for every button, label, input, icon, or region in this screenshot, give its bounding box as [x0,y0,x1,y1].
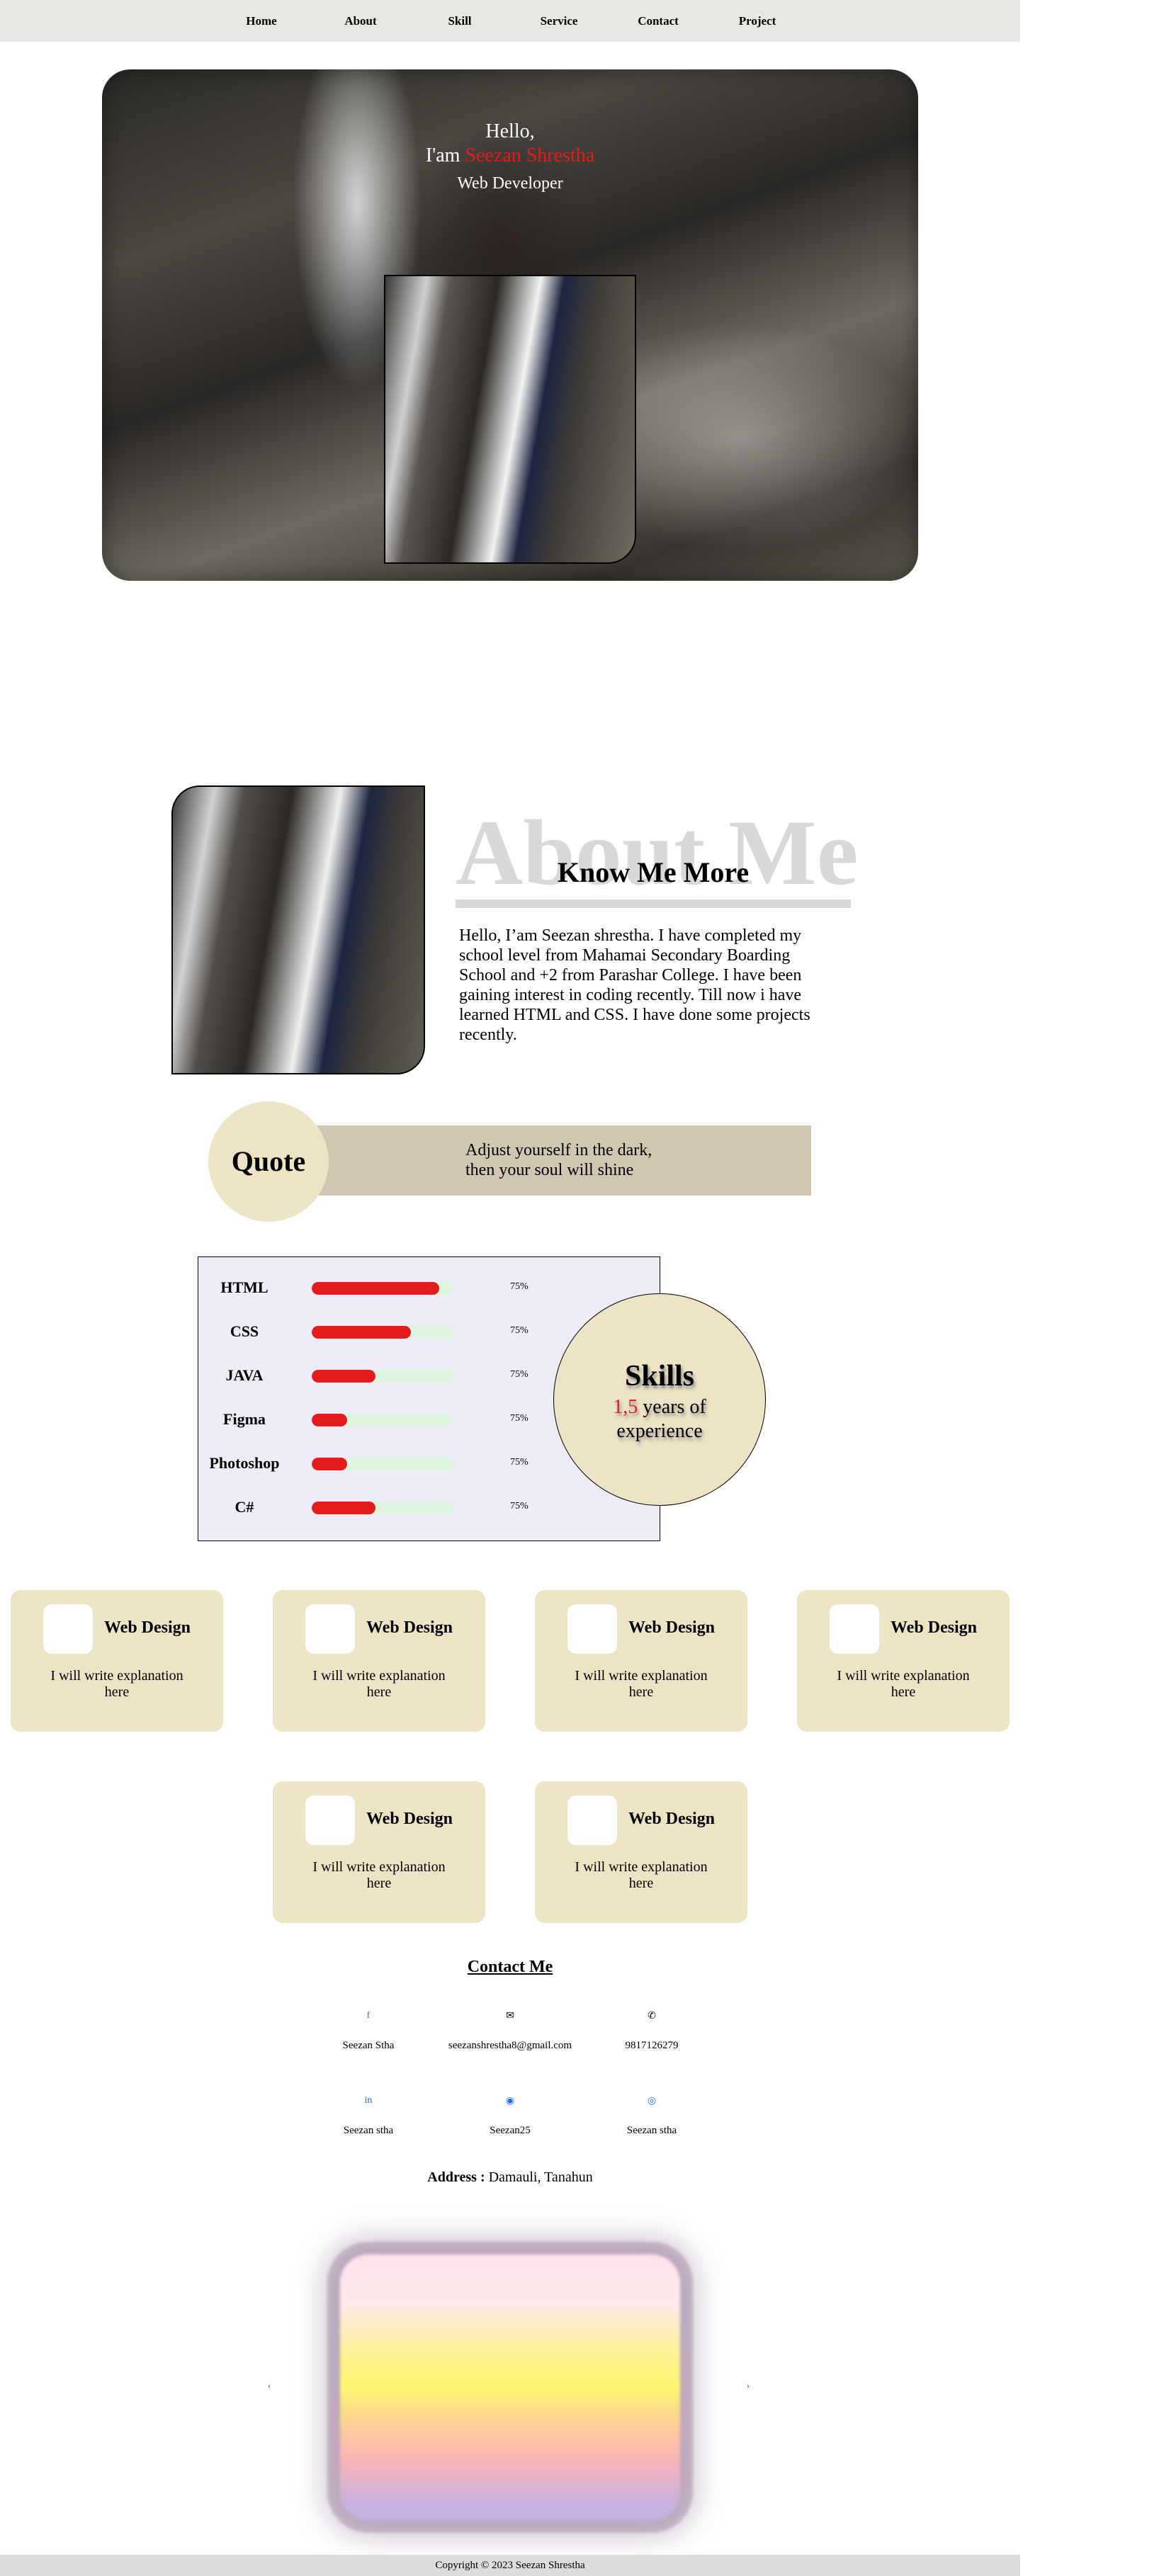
service-description: I will write explanation here [312,1859,446,1891]
service-card[interactable]: Web Design I will write explanation here [797,1590,1010,1732]
github-icon[interactable]: ◉ [439,2095,581,2107]
hero-profile-photo [384,275,636,564]
service-icon [567,1795,617,1845]
contact-instagram[interactable]: Seezan stha [574,2125,730,2137]
address-value: Damauli, Tanahun [485,2169,593,2185]
service-card[interactable]: Web Design I will write explanation here [273,1781,485,1923]
skills-title: Skills [624,1360,695,1392]
about-profile-photo [171,785,425,1074]
service-title: Web Design [366,1810,453,1828]
nav-skill[interactable]: Skill [417,0,502,42]
address: Address : Damauli, Tanahun [0,2169,1020,2186]
quote-line-1: Adjust yourself in the dark, [465,1141,652,1159]
skill-percent: 75% [510,1281,529,1292]
gallery-next-arrow[interactable]: › [747,2381,750,2391]
skill-bar-photoshop [312,1458,453,1470]
skills-years-suffix: years of [638,1396,706,1418]
service-icon [305,1604,355,1654]
about-underline [456,900,851,908]
skills-summary-circle: Skills 1,5 years of experience [553,1293,766,1506]
contact-facebook[interactable]: Seezan Stha [290,2040,446,2052]
service-card[interactable]: Web Design I will write explanation here [535,1781,747,1923]
skill-label-html: HTML [220,1278,269,1296]
service-title: Web Design [628,1810,716,1828]
top-navbar: Home About Skill Service Contact Project [0,0,1020,42]
nav-project[interactable]: Project [715,0,800,42]
service-description: I will write explanation here [50,1668,183,1700]
skill-bar-css [312,1326,453,1339]
envelope-icon[interactable]: ✉ [439,2010,581,2022]
hero-greeting: Hello, [485,120,535,142]
hero-iam-prefix: I'am [425,144,465,166]
service-icon [305,1795,355,1845]
service-title: Web Design [366,1618,453,1637]
nav-home[interactable]: Home [219,0,304,42]
skill-label-css: CSS [230,1322,259,1340]
about-title: Know Me More [557,856,750,888]
skills-experience: 1,5 years of experience [597,1395,723,1443]
skill-bar-csharp [312,1502,453,1514]
service-description: I will write explanation here [837,1668,970,1700]
quote-line-2: then your soul will shine [465,1161,634,1179]
skill-label-java: JAVA [225,1366,264,1384]
skills-years-value: 1,5 [613,1396,638,1418]
contact-linkedin[interactable]: Seezan stha [290,2125,446,2137]
nav-service[interactable]: Service [516,0,601,42]
skill-bar-figma [312,1414,453,1426]
instagram-icon[interactable]: ◎ [581,2095,723,2107]
quote-text: Adjust yourself in the dark, then your s… [465,1140,763,1180]
service-card[interactable]: Web Design I will write explanation here [535,1590,747,1732]
skill-fill [312,1282,439,1295]
skills-experience-label: experience [616,1420,703,1442]
skill-fill [312,1370,375,1383]
skill-percent: 75% [510,1369,529,1380]
skill-bar-java [312,1370,453,1383]
contact-email[interactable]: seezanshrestha8@gmail.com [432,2040,588,2052]
service-icon [830,1604,879,1654]
hero-banner: Hello, I'am Seezan Shrestha Web Develope… [102,69,918,581]
contact-phone[interactable]: 9817126279 [574,2040,730,2052]
skill-fill [312,1458,347,1470]
skill-percent: 75% [510,1457,529,1468]
skill-bar-html [312,1282,453,1295]
service-description: I will write explanation here [312,1668,446,1700]
skill-label-photoshop: Photoshop [209,1454,280,1472]
quote-badge: Quote [208,1101,329,1222]
skill-percent: 75% [510,1325,529,1336]
gallery-prev-arrow[interactable]: ‹ [268,2381,271,2391]
skill-percent: 75% [510,1413,529,1424]
hero-name: Seezan Shrestha [465,144,595,166]
contact-title: Contact Me [467,1958,553,1976]
service-icon [43,1604,93,1654]
skill-fill [312,1502,375,1514]
footer: Copyright © 2023 Seezan Shrestha [0,2555,1020,2576]
service-title: Web Design [104,1618,191,1637]
skill-label-csharp: C# [235,1498,254,1516]
service-card[interactable]: Web Design I will write explanation here [273,1590,485,1732]
gallery-image [340,2254,680,2520]
skill-fill [312,1414,347,1426]
service-description: I will write explanation here [575,1668,708,1700]
about-description: Hello, I’am Seezan shrestha. I have comp… [459,926,810,1044]
skill-label-figma: Figma [223,1410,266,1428]
facebook-icon[interactable]: f [298,2010,439,2021]
hero-intro: I'am Seezan Shrestha [102,144,918,167]
service-icon [567,1604,617,1654]
phone-icon[interactable]: ✆ [581,2010,723,2022]
address-label: Address : [427,2169,485,2185]
skill-percent: 75% [510,1501,529,1511]
nav-about[interactable]: About [318,0,403,42]
service-title: Web Design [628,1618,716,1637]
linkedin-icon[interactable]: in [298,2095,439,2106]
hero-role: Web Developer [457,174,563,193]
service-description: I will write explanation here [575,1859,708,1891]
contact-github[interactable]: Seezan25 [432,2125,588,2137]
service-title: Web Design [891,1618,978,1637]
nav-contact[interactable]: Contact [616,0,701,42]
service-card[interactable]: Web Design I will write explanation here [11,1590,223,1732]
skill-fill [312,1326,411,1339]
